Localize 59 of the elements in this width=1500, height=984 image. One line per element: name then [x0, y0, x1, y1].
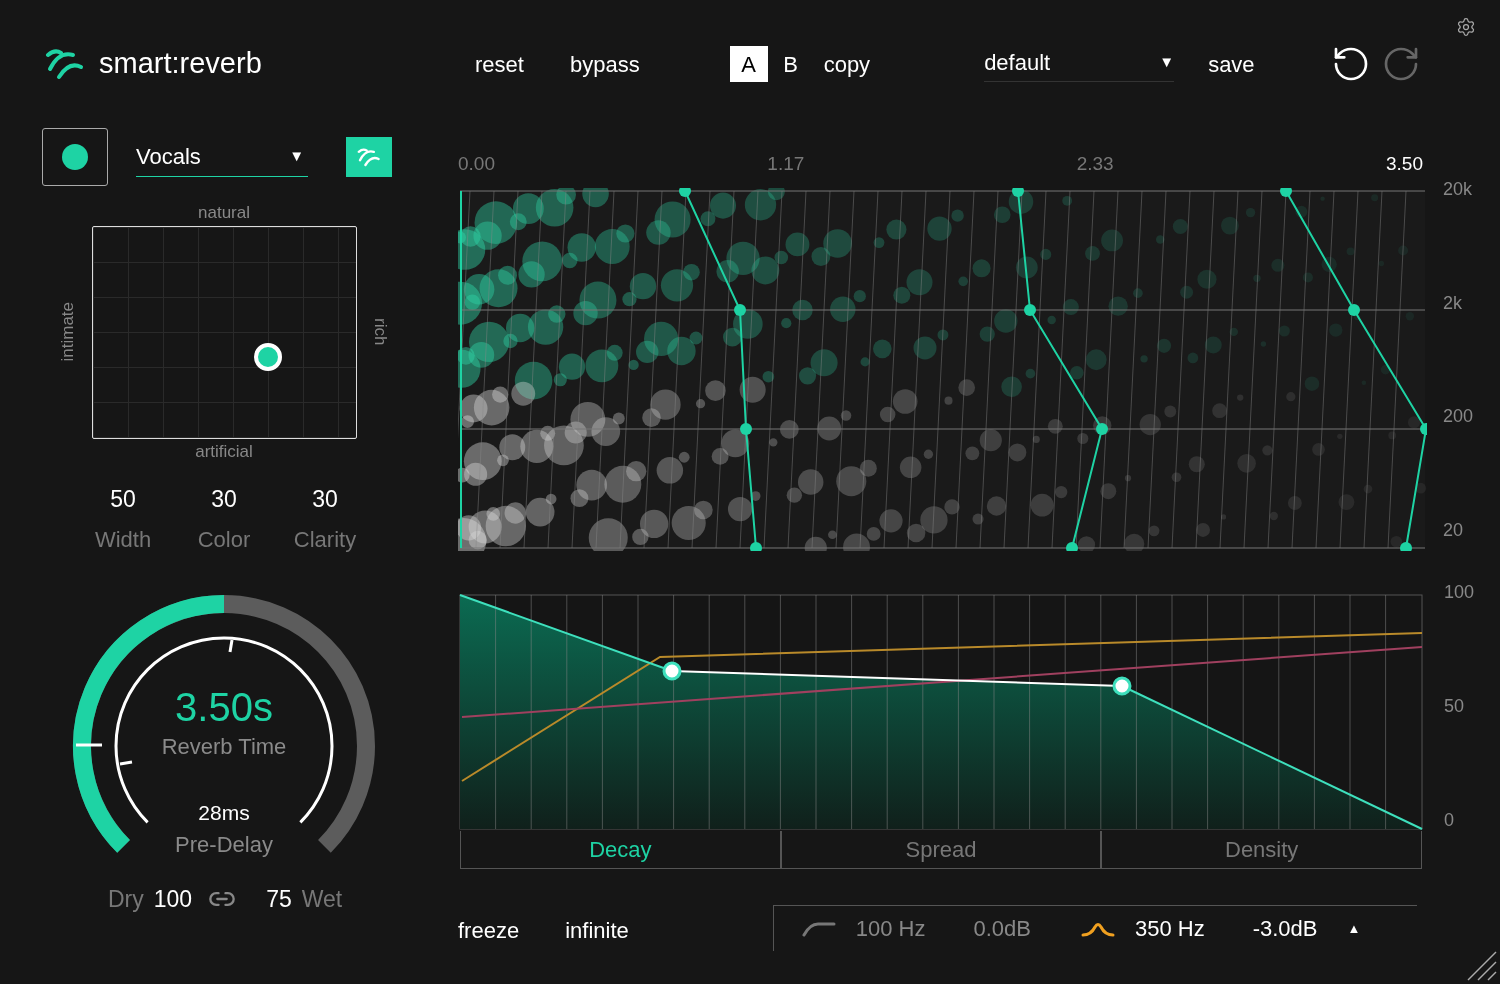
- pre-delay-value: 28ms: [198, 799, 250, 826]
- frequency-axis-label: 200: [1443, 405, 1474, 428]
- pad-label-right: rich: [370, 318, 392, 346]
- parameter-label: Clarity: [293, 525, 357, 554]
- filter-frequency[interactable]: 100 Hz: [855, 912, 926, 945]
- percent-axis-label: 50: [1444, 695, 1466, 717]
- ab-toggle[interactable]: A: [729, 46, 768, 82]
- time-axis-label: 1.17: [767, 152, 805, 176]
- header-button[interactable]: reset: [475, 47, 524, 81]
- pad-label-top: natural: [198, 202, 250, 224]
- settings-icon[interactable]: [1456, 17, 1476, 37]
- frequency-axis-label: 20: [1443, 518, 1465, 541]
- filter-gain[interactable]: -3.0dB: [1252, 912, 1318, 945]
- header-button[interactable]: bypass: [569, 47, 640, 81]
- filter-gain[interactable]: 0.0dB: [973, 912, 1031, 945]
- envelope-tab[interactable]: Decay: [460, 831, 781, 869]
- reverb-spectrogram[interactable]: [458, 188, 1427, 551]
- bell-curve-icon: [1080, 920, 1115, 937]
- reverb-time-label: Reverb Time: [161, 732, 287, 761]
- time-axis-label: 3.50: [1386, 152, 1423, 176]
- footer-button[interactable]: freeze: [458, 914, 520, 947]
- parameter-value[interactable]: 50: [110, 482, 136, 517]
- envelope-tab[interactable]: Spread: [780, 831, 1102, 869]
- profile-button[interactable]: [42, 128, 108, 186]
- copy-button[interactable]: copy: [823, 47, 871, 81]
- save-button[interactable]: save: [1208, 47, 1255, 81]
- app-logo-text: smart:reverb: [99, 46, 262, 82]
- parameter-label: Width: [94, 525, 152, 554]
- eq-toggle[interactable]: ▲: [1347, 918, 1361, 939]
- frequency-axis-label: 20k: [1443, 178, 1474, 200]
- time-axis-label: 2.33: [1076, 152, 1114, 176]
- wet-label: Wet: [301, 884, 343, 914]
- reverb-time-value: 3.50s: [175, 683, 273, 730]
- dry-label: Dry: [108, 884, 144, 914]
- ab-toggle[interactable]: B: [775, 46, 806, 82]
- filter-frequency[interactable]: 350 Hz: [1134, 912, 1205, 945]
- envelope-graph[interactable]: [458, 593, 1424, 831]
- low-cut-curve-icon: [801, 920, 836, 937]
- percent-axis-label: 100: [1444, 581, 1475, 603]
- parameter-value[interactable]: 30: [312, 482, 338, 517]
- character-xy-pad[interactable]: [91, 225, 357, 439]
- pre-delay-label: Pre-Delay: [175, 831, 273, 859]
- parameter-value[interactable]: 30: [211, 482, 237, 517]
- logo-icon: [45, 47, 85, 81]
- frequency-axis-label: 2k: [1443, 291, 1463, 314]
- preset-dropdown[interactable]: default ▼: [984, 46, 1175, 82]
- pad-label-left: intimate: [56, 302, 78, 362]
- pad-handle[interactable]: [253, 342, 282, 371]
- parameter-label: Color: [197, 525, 251, 554]
- footer-button[interactable]: infinite: [565, 914, 629, 947]
- pad-label-bottom: artificial: [195, 440, 253, 463]
- time-axis-label: 0.00: [458, 152, 495, 176]
- dry-value[interactable]: 100: [153, 881, 193, 916]
- wet-value[interactable]: 75: [266, 881, 292, 916]
- envelope-tab[interactable]: Density: [1101, 831, 1422, 869]
- percent-axis-label: 0: [1444, 809, 1455, 831]
- logo-icon: [357, 146, 381, 168]
- resize-grip-icon[interactable]: [1466, 950, 1498, 982]
- profile-dropdown[interactable]: Vocals ▼: [136, 137, 308, 177]
